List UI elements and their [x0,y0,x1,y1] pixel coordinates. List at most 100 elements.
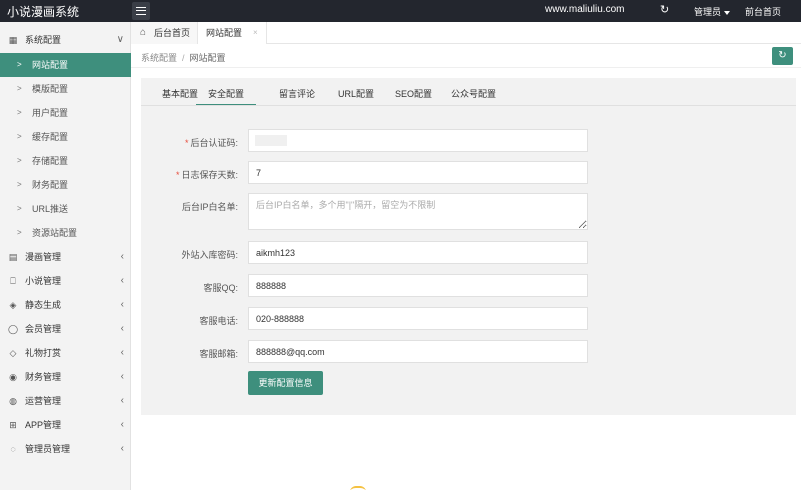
sidebar-group-finance[interactable]: ◉ 财务管理 ‹ [0,365,131,389]
front-home-link[interactable]: 前台首页 [745,5,781,18]
sidebar-group-static[interactable]: ◈ 静态生成 ‹ [0,293,131,317]
chevron-right-icon: > [17,156,22,165]
tabs-divider [141,105,796,106]
loading-spinner [350,486,366,490]
qq-label: 客服QQ: [203,283,238,293]
user-icon: ◯ [7,324,19,334]
phone-label: 客服电话: [199,316,238,326]
sidebar-item-user-config[interactable]: > 用户配置 [0,101,131,125]
chevron-right-icon: > [17,132,22,141]
chevron-left-icon: ‹ [120,275,124,286]
sidebar-item-template-config[interactable]: > 模版配置 [0,77,131,101]
chevron-left-icon: ‹ [120,443,124,454]
chevron-left-icon: ‹ [120,395,124,406]
sidebar-group-comic[interactable]: ▤ 漫画管理 ‹ [0,245,131,269]
close-icon[interactable]: × [253,22,258,44]
tab-wechat-config[interactable]: 公众号配置 [451,82,496,106]
refresh-icon[interactable]: ↻ [660,3,669,16]
refresh-button[interactable]: ↻ [772,47,793,65]
sidebar-group-novel[interactable]: ⎕ 小说管理 ‹ [0,269,131,293]
breadcrumb-current: 网站配置 [189,53,226,63]
settings-icon: ▦ [8,35,18,45]
layers-icon: ◈ [9,300,17,310]
admin-user-icon: ◌ [10,444,16,454]
breadcrumb-bar: 系统配置 / 网站配置 ↻ [131,44,801,68]
chevron-left-icon: ‹ [120,251,124,262]
tab-comments[interactable]: 留言评论 [279,82,315,106]
tab-label: 网站配置 [206,28,243,38]
log-days-label: * 日志保存天数: [138,168,238,181]
email-input[interactable] [248,340,588,363]
auth-code-label: * 后台认证码: [138,136,238,149]
import-password-label: 外站入库密码: [181,250,238,260]
tab-site-config[interactable]: 网站配置 × [198,22,267,44]
tab-label: 后台首页 [154,28,191,38]
import-password-input[interactable] [248,241,588,264]
tab-basic-config[interactable]: 基本配置 [162,82,198,106]
tab-seo-config[interactable]: SEO配置 [395,82,432,106]
brand-title: 小说漫画系统 [7,5,80,19]
tab-security-config[interactable]: 安全配置 [196,82,257,106]
sidebar-group-operations[interactable]: ◍ 运营管理 ‹ [0,389,131,413]
sidebar: ▦ 系统配置 ∨ > 网站配置 > 模版配置 > 用户配置 > 缓存配置 > 存… [0,22,131,490]
refresh-icon: ↻ [778,50,787,61]
comic-icon: ▤ [8,252,18,262]
label-text: 后台认证码: [190,138,238,148]
sidebar-group-admins[interactable]: ◌ 管理员管理 ‹ [0,437,131,461]
windows-icon: ⊞ [9,420,17,430]
tab-url-config[interactable]: URL配置 [338,82,374,106]
tab-admin-home[interactable]: ⌂ 后台首页 [131,22,198,44]
breadcrumb: 系统配置 / 网站配置 [141,51,226,64]
top-bar: 小说漫画系统 www.maliuliu.com ↻ 管理员 前台首页 [0,0,801,22]
sidebar-item-url-push[interactable]: > URL推送 [0,197,131,221]
ip-whitelist-label: 后台IP白名单: [181,202,238,212]
masked-value [255,135,287,146]
sidebar-item-label: URL推送 [32,204,69,214]
chevron-left-icon: ‹ [120,419,124,430]
sidebar-item-finance-config[interactable]: > 财务配置 [0,173,131,197]
sidebar-item-label: 用户配置 [32,108,69,118]
sidebar-item-label: 存储配置 [32,156,69,166]
sidebar-group-label: 管理员管理 [25,444,71,454]
sidebar-group-label: 财务管理 [25,372,62,382]
email-label: 客服邮箱: [199,349,238,359]
coin-icon: ◉ [9,372,17,382]
admin-dropdown[interactable]: 管理员 [694,5,731,18]
qq-input[interactable] [248,274,588,297]
sidebar-item-resource-config[interactable]: > 资源站配置 [0,221,131,245]
page-tabs-bar: ⌂ 后台首页 网站配置 × [131,22,801,44]
log-days-input[interactable] [248,161,588,184]
phone-input[interactable] [248,307,588,330]
site-url-link[interactable]: www.maliuliu.com [545,4,624,15]
auth-code-input[interactable] [248,129,588,152]
diamond-icon: ◇ [9,348,17,358]
sidebar-item-label: 资源站配置 [32,228,78,238]
required-mark: * [175,170,180,180]
home-icon: ⌂ [140,27,147,38]
sidebar-group-members[interactable]: ◯ 会员管理 ‹ [0,317,131,341]
ip-whitelist-textarea[interactable] [248,193,588,230]
sidebar-group-system-config[interactable]: ▦ 系统配置 ∨ [0,28,131,52]
sidebar-group-label: APP管理 [25,420,62,430]
config-tabs: 基本配置 安全配置 留言评论 URL配置 SEO配置 公众号配置 [141,82,796,106]
sidebar-item-cache-config[interactable]: > 缓存配置 [0,125,131,149]
sidebar-group-label: 漫画管理 [25,252,62,262]
sidebar-group-app[interactable]: ⊞ APP管理 ‹ [0,413,131,437]
sidebar-group-label: 小说管理 [25,276,62,286]
menu-toggle-button[interactable] [132,2,150,20]
sidebar-item-storage-config[interactable]: > 存储配置 [0,149,131,173]
book-icon: ⎕ [10,276,16,286]
chevron-right-icon: > [17,84,22,93]
chevron-right-icon: > [17,60,22,69]
sidebar-group-gifts[interactable]: ◇ 礼物打赏 ‹ [0,341,131,365]
sidebar-item-site-config[interactable]: > 网站配置 [0,53,131,77]
breadcrumb-separator: / [182,53,185,63]
sidebar-item-label: 模版配置 [32,84,69,94]
update-config-button[interactable]: 更新配置信息 [248,371,323,395]
chevron-down-icon: ∨ [116,34,124,45]
globe-icon: ◍ [9,396,17,406]
sidebar-group-label: 系统配置 [25,35,62,45]
chevron-left-icon: ‹ [120,323,124,334]
sidebar-item-label: 财务配置 [32,180,69,190]
breadcrumb-parent[interactable]: 系统配置 [141,53,177,63]
